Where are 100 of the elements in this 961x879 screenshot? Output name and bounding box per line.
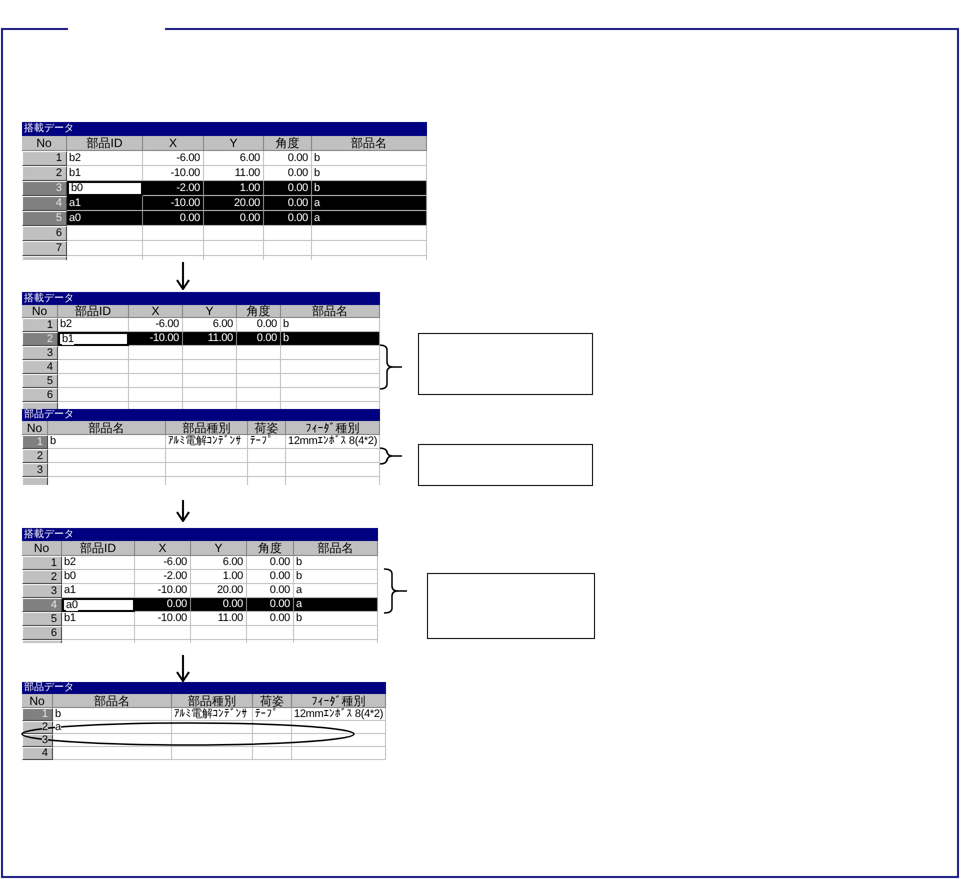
table-cell: -10.00 bbox=[135, 584, 191, 598]
row-header[interactable]: 4 bbox=[22, 747, 53, 760]
table-cell: 0.00 bbox=[247, 612, 294, 626]
table-row[interactable]: 5 bbox=[22, 374, 380, 388]
table-cell bbox=[135, 626, 191, 640]
table-cell bbox=[237, 360, 281, 374]
table-row[interactable]: 3 bbox=[22, 463, 380, 477]
table-row[interactable]: 1 b ｱﾙﾐ電解ｺﾝﾃﾞﾝｻ ﾃｰﾌﾟ 12mmｴﾝﾎﾞｽ 8(4*2) bbox=[22, 708, 386, 721]
row-header[interactable]: 2 bbox=[22, 449, 48, 463]
table-cell: a1 bbox=[67, 196, 143, 211]
table-row[interactable]: 2 b1 -10.00 11.00 0.00 b bbox=[22, 166, 427, 181]
table-cell: b bbox=[294, 570, 378, 584]
table-cell bbox=[183, 346, 237, 360]
table-cell: b1 bbox=[58, 332, 129, 346]
table-row[interactable]: 2 b1 -10.00 11.00 0.00 b bbox=[22, 332, 380, 346]
table-row[interactable]: 6 bbox=[22, 626, 378, 640]
table-cell: 0.00 bbox=[204, 211, 264, 226]
row-header[interactable]: 4 bbox=[22, 360, 58, 374]
table-row[interactable]: 7 bbox=[22, 241, 427, 256]
table-cell: 11.00 bbox=[191, 612, 247, 626]
table-cell: 11.00 bbox=[183, 332, 237, 346]
row-header[interactable]: 2 bbox=[22, 166, 67, 181]
table-cell bbox=[143, 226, 204, 241]
table-cell: 0.00 bbox=[247, 556, 294, 570]
table-cell bbox=[129, 374, 183, 388]
table-cell: b bbox=[294, 556, 378, 570]
table-cell bbox=[204, 226, 264, 241]
row-header[interactable]: 2 bbox=[22, 570, 62, 584]
row-header[interactable]: 3 bbox=[22, 584, 62, 598]
column-header: 部品ID bbox=[62, 541, 135, 556]
row-header[interactable]: 5 bbox=[22, 612, 62, 626]
column-header: 荷姿 bbox=[253, 694, 292, 708]
table-row[interactable]: 4 a1 -10.00 20.00 0.00 a bbox=[22, 196, 427, 211]
table-cell: b2 bbox=[58, 318, 129, 332]
column-header: Y bbox=[191, 541, 247, 556]
row-header[interactable]: 1 bbox=[22, 151, 67, 166]
table-row[interactable]: 4 a0 0.00 0.00 0.00 a bbox=[22, 598, 378, 612]
table-cell: 0.00 bbox=[247, 584, 294, 598]
row-header[interactable]: 3 bbox=[22, 463, 48, 477]
table-cell: 1.00 bbox=[191, 570, 247, 584]
table-row[interactable]: 2 a bbox=[22, 721, 386, 734]
table-cell: ﾃｰﾌﾟ bbox=[253, 708, 292, 721]
column-header: Y bbox=[204, 136, 264, 151]
row-header[interactable]: 3 bbox=[22, 346, 58, 360]
table-cell bbox=[253, 747, 292, 760]
table-row[interactable]: 3 b0 -2.00 1.00 0.00 b bbox=[22, 181, 427, 196]
column-header: 部品名 bbox=[53, 694, 172, 708]
table-cell: a1 bbox=[62, 584, 135, 598]
table-row[interactable]: 3 bbox=[22, 346, 380, 360]
table-cell: b bbox=[53, 708, 172, 721]
column-header: 部品種別 bbox=[172, 694, 253, 708]
table-cell: a bbox=[312, 196, 427, 211]
row-header[interactable]: 5 bbox=[22, 374, 58, 388]
table-row[interactable]: 6 bbox=[22, 388, 380, 402]
table-cell: a bbox=[312, 211, 427, 226]
table-row[interactable]: 4 bbox=[22, 747, 386, 760]
row-header[interactable]: 6 bbox=[22, 626, 62, 640]
table-cell: -2.00 bbox=[135, 570, 191, 584]
table-cell: 0.00 bbox=[237, 318, 281, 332]
table-row[interactable]: 5 b1 -10.00 11.00 0.00 b bbox=[22, 612, 378, 626]
table-cell bbox=[129, 360, 183, 374]
table-row[interactable]: 4 bbox=[22, 360, 380, 374]
table-cell: b2 bbox=[67, 151, 143, 166]
column-header: X bbox=[143, 136, 204, 151]
table-cell: a0 bbox=[62, 598, 135, 612]
table-cell: 1.00 bbox=[204, 181, 264, 196]
table-cell: 0.00 bbox=[264, 181, 312, 196]
table-cell: -6.00 bbox=[135, 556, 191, 570]
table-row[interactable]: 2 b0 -2.00 1.00 0.00 b bbox=[22, 570, 378, 584]
table-cell: -2.00 bbox=[143, 181, 204, 196]
column-header: 部品名 bbox=[281, 305, 380, 318]
row-header[interactable]: 3 bbox=[22, 734, 53, 747]
row-header[interactable]: 1 bbox=[22, 556, 62, 570]
row-header[interactable]: 7 bbox=[22, 241, 67, 256]
row-header[interactable]: 6 bbox=[22, 388, 58, 402]
table-cell: 0.00 bbox=[191, 598, 247, 612]
down-arrow-icon bbox=[176, 655, 190, 682]
table-row[interactable]: 1 b2 -6.00 6.00 0.00 b bbox=[22, 556, 378, 570]
column-header: No bbox=[22, 541, 62, 556]
row-header[interactable]: 6 bbox=[22, 226, 67, 241]
table-row[interactable]: 1 b2 -6.00 6.00 0.00 b bbox=[22, 318, 380, 332]
table-row[interactable]: 1 b2 -6.00 6.00 0.00 b bbox=[22, 151, 427, 166]
table-cell bbox=[143, 241, 204, 256]
table-cell: -10.00 bbox=[135, 612, 191, 626]
row-header[interactable]: 2 bbox=[22, 721, 53, 734]
column-header: 部品名 bbox=[312, 136, 427, 151]
table-cell: b2 bbox=[62, 556, 135, 570]
row-header[interactable]: 1 bbox=[22, 318, 58, 332]
table-row[interactable]: 5 a0 0.00 0.00 0.00 a bbox=[22, 211, 427, 226]
table-cell: 20.00 bbox=[191, 584, 247, 598]
table-row[interactable]: 1 b ｱﾙﾐ電解ｺﾝﾃﾞﾝｻ ﾃｰﾌﾟ 12mmｴﾝﾎﾞｽ 8(4*2) bbox=[22, 435, 380, 449]
table-row[interactable]: 3 a1 -10.00 20.00 0.00 a bbox=[22, 584, 378, 598]
table-cell: 0.00 bbox=[264, 166, 312, 181]
table-row[interactable]: 2 bbox=[22, 449, 380, 463]
table-cell: ﾃｰﾌﾟ bbox=[248, 435, 286, 449]
table-cell: b bbox=[48, 435, 166, 449]
table-cell: ｱﾙﾐ電解ｺﾝﾃﾞﾝｻ bbox=[166, 435, 248, 449]
table-row[interactable]: 6 bbox=[22, 226, 427, 241]
column-header: 角度 bbox=[264, 136, 312, 151]
grid-title-bar: 部品データ bbox=[22, 682, 386, 694]
